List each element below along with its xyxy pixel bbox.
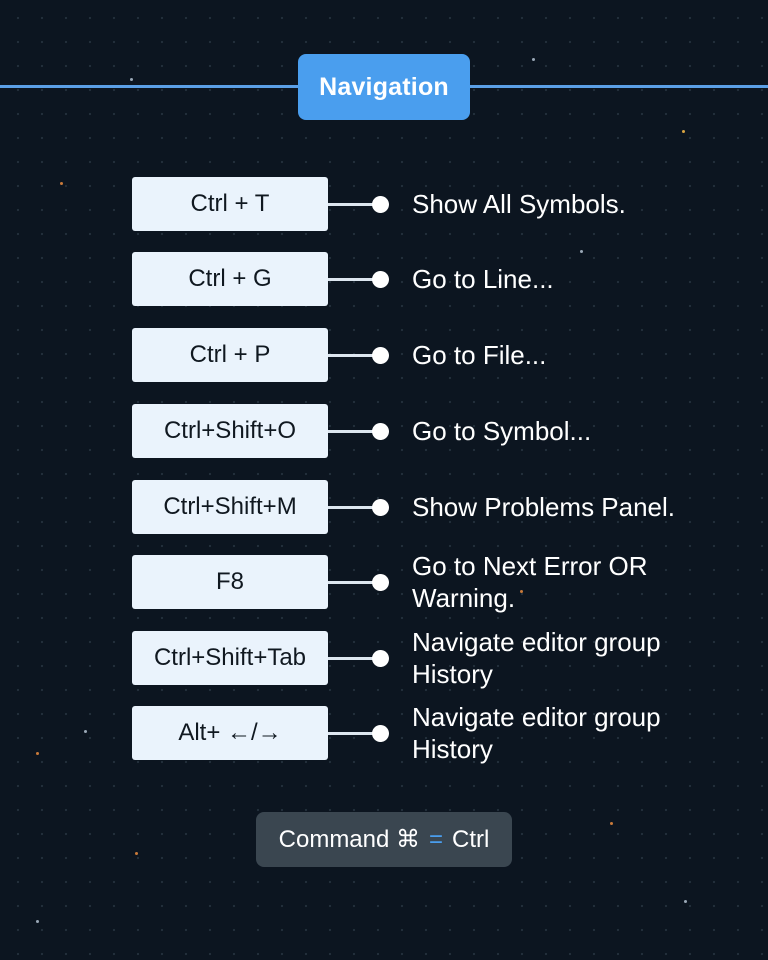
- shortcut-keys: Ctrl+Shift+M: [132, 480, 328, 534]
- connector-dot: [372, 423, 389, 440]
- connector-dot: [372, 499, 389, 516]
- note-ctrl-label: Ctrl: [452, 825, 490, 853]
- shortcut-row: Ctrl+Shift+M Show Problems Panel.: [0, 480, 768, 536]
- shortcut-row: Ctrl + T Show All Symbols.: [0, 177, 768, 233]
- connector-dot: [372, 347, 389, 364]
- shortcut-description: Show Problems Panel.: [412, 492, 676, 522]
- connector-line: [328, 354, 376, 357]
- shortcut-description: Go to File...: [412, 340, 547, 370]
- background-sparkle: [520, 590, 523, 593]
- shortcut-description: Navigate editor group History: [412, 627, 661, 689]
- shortcut-keys: Ctrl + P: [132, 328, 328, 382]
- background-sparkle: [682, 130, 685, 133]
- background-sparkle: [36, 920, 39, 923]
- background-sparkle: [84, 730, 87, 733]
- background-sparkle: [610, 822, 613, 825]
- shortcut-row: Ctrl + G Go to Line...: [0, 252, 768, 308]
- connector-line: [328, 657, 376, 660]
- shortcut-description: Navigate editor group History: [412, 702, 661, 764]
- background-sparkle: [580, 250, 583, 253]
- shortcut-keys: Ctrl + G: [132, 252, 328, 306]
- connector-line: [328, 430, 376, 433]
- connector-line: [328, 278, 376, 281]
- background-sparkle: [532, 58, 535, 61]
- shortcut-description: Go to Line...: [412, 264, 554, 294]
- shortcut-keys: Alt+ ←/→: [132, 706, 328, 760]
- shortcut-row: F8 Go to Next Error OR Warning.: [0, 551, 768, 613]
- shortcut-description: Go to Symbol...: [412, 416, 592, 446]
- connector-line: [328, 506, 376, 509]
- connector-line: [328, 203, 376, 206]
- page-title: Navigation: [298, 54, 470, 120]
- shortcut-row: Ctrl+Shift+Tab Navigate editor group His…: [0, 627, 768, 689]
- connector-line: [328, 732, 376, 735]
- background-sparkle: [130, 78, 133, 81]
- shortcut-row: Alt+ ←/→ Navigate editor group History: [0, 702, 768, 764]
- note-command-label: Command ⌘: [278, 826, 421, 853]
- shortcut-keys: Ctrl + T: [132, 177, 328, 231]
- background-sparkle: [60, 182, 63, 185]
- connector-line: [328, 581, 376, 584]
- shortcut-row: Ctrl + P Go to File...: [0, 328, 768, 384]
- background-sparkle: [36, 752, 39, 755]
- shortcut-keys: F8: [132, 555, 328, 609]
- connector-dot: [372, 574, 389, 591]
- shortcut-row: Ctrl+Shift+O Go to Symbol...: [0, 404, 768, 460]
- shortcut-description: Go to Next Error OR Warning.: [412, 551, 648, 613]
- command-ctrl-note: Command ⌘ = Ctrl: [256, 812, 512, 867]
- note-equals-sign: =: [429, 825, 444, 853]
- shortcut-description: Show All Symbols.: [412, 189, 626, 219]
- shortcut-keys: Ctrl+Shift+O: [132, 404, 328, 458]
- background-sparkle: [684, 900, 687, 903]
- connector-dot: [372, 725, 389, 742]
- shortcut-keys: Ctrl+Shift+Tab: [132, 631, 328, 685]
- connector-dot: [372, 271, 389, 288]
- background-sparkle: [135, 852, 138, 855]
- connector-dot: [372, 650, 389, 667]
- connector-dot: [372, 196, 389, 213]
